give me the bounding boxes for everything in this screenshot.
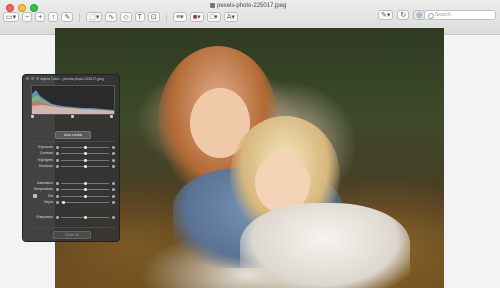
- selection-tool-button[interactable]: ⬚▾: [86, 12, 103, 22]
- slider-max-icon: [112, 165, 115, 168]
- search-input[interactable]: Search: [424, 10, 496, 20]
- share-button[interactable]: ↑: [48, 12, 59, 22]
- slider-label: Sharpness: [36, 215, 53, 219]
- pen-button[interactable]: ✎: [61, 12, 74, 22]
- align-button[interactable]: ≡▾: [172, 12, 187, 22]
- slider-min-icon: [56, 159, 59, 162]
- levels-handle[interactable]: [70, 115, 74, 118]
- slider-label: Exposure: [38, 145, 53, 149]
- slider-thumb[interactable]: [83, 188, 87, 191]
- levels-handle[interactable]: [31, 115, 34, 118]
- slider-max-icon: [112, 195, 115, 198]
- slider-max-icon: [112, 216, 115, 219]
- crop-tool-button[interactable]: ⊡: [147, 12, 160, 22]
- font-button[interactable]: A▾: [223, 12, 238, 22]
- slider-min-icon: [56, 165, 59, 168]
- zoom-out-button[interactable]: −: [22, 12, 33, 22]
- slider-track[interactable]: [61, 188, 109, 191]
- slider-min-icon: [56, 146, 59, 149]
- slider-row: Temperature: [27, 187, 117, 192]
- slider-max-icon: [112, 201, 115, 204]
- window-title-text: pexels-photo-225017.jpeg: [217, 3, 287, 10]
- slider-track[interactable]: [61, 152, 109, 155]
- border-color-button[interactable]: ■▾: [189, 12, 204, 22]
- panel-divider: [29, 141, 115, 142]
- minimize-window-button[interactable]: [18, 4, 26, 12]
- slider-max-icon: [112, 146, 115, 149]
- toolbar-divider: [165, 12, 167, 22]
- close-window-button[interactable]: [6, 4, 14, 12]
- histogram: [31, 85, 115, 115]
- slider-thumb[interactable]: [83, 195, 87, 198]
- slider-row: Contrast: [27, 151, 117, 156]
- levels-handle[interactable]: [110, 115, 113, 118]
- slider-track[interactable]: [61, 216, 109, 219]
- rotate-button[interactable]: ↻: [397, 10, 410, 20]
- levels-controls: [31, 115, 113, 119]
- sketch-tool-button[interactable]: ∿: [105, 12, 118, 22]
- panel-title: Adjust Color – pexels-photo-225017.jpeg: [40, 77, 104, 81]
- document-icon: [210, 3, 215, 8]
- slider-thumb[interactable]: [83, 152, 87, 155]
- zoom-window-button[interactable]: [30, 4, 38, 12]
- slider-thumb[interactable]: [61, 201, 65, 204]
- slider-label: Tint: [47, 194, 53, 198]
- auto-levels-button[interactable]: Auto Levels: [55, 131, 91, 139]
- slider-row: Shadows: [27, 164, 117, 169]
- slider-thumb[interactable]: [83, 216, 87, 219]
- slider-track[interactable]: [61, 159, 109, 162]
- window-title: pexels-photo-225017.jpeg: [210, 3, 286, 9]
- slider-label: Sepia: [44, 200, 53, 204]
- slider-max-icon: [112, 159, 115, 162]
- toolbar-right: ✎▾ ↻ ◎: [378, 10, 426, 20]
- slider-min-icon: [56, 188, 59, 191]
- eyedropper-icon[interactable]: [33, 194, 37, 198]
- slider-thumb[interactable]: [83, 146, 87, 149]
- slider-thumb[interactable]: [83, 159, 87, 162]
- slider-row: Exposure: [27, 145, 117, 150]
- slider-max-icon: [112, 188, 115, 191]
- shapes-tool-button[interactable]: ◇: [120, 12, 132, 22]
- sidebar-button[interactable]: ▭▾: [3, 12, 20, 22]
- adjust-color-panel: Adjust Color – pexels-photo-225017.jpeg …: [22, 74, 120, 242]
- slider-thumb[interactable]: [83, 182, 87, 185]
- slider-min-icon: [56, 216, 59, 219]
- slider-label: Saturation: [37, 181, 53, 185]
- slider-min-icon: [56, 182, 59, 185]
- slider-min-icon: [56, 201, 59, 204]
- panel-divider: [29, 227, 115, 228]
- search-icon: [428, 13, 434, 19]
- zoom-in-button[interactable]: +: [35, 12, 46, 22]
- slider-label: Contrast: [39, 151, 53, 155]
- slider-label: Shadows: [38, 164, 53, 168]
- slider-max-icon: [112, 182, 115, 185]
- text-tool-button[interactable]: T: [134, 12, 145, 22]
- photo-content: [240, 203, 410, 288]
- slider-track[interactable]: [61, 195, 109, 198]
- traffic-lights: [6, 4, 38, 12]
- slider-min-icon: [56, 195, 59, 198]
- slider-row: Highlights: [27, 158, 117, 163]
- slider-track[interactable]: [61, 146, 109, 149]
- slider-track[interactable]: [61, 182, 109, 185]
- slider-row: Sharpness: [27, 215, 117, 220]
- slider-track[interactable]: [61, 201, 109, 204]
- slider-row: Saturation: [27, 181, 117, 186]
- slider-row: Sepia: [27, 200, 117, 205]
- markup-button[interactable]: ✎▾: [378, 10, 394, 20]
- search-placeholder: Search: [435, 12, 451, 18]
- toolbar-divider: [79, 12, 81, 22]
- slider-max-icon: [112, 152, 115, 155]
- slider-label: Temperature: [33, 187, 53, 191]
- slider-track[interactable]: [61, 165, 109, 168]
- reset-all-button[interactable]: Reset All: [53, 231, 91, 239]
- slider-row: Tint: [27, 194, 117, 199]
- slider-thumb[interactable]: [83, 165, 87, 168]
- slider-min-icon: [56, 152, 59, 155]
- slider-label: Highlights: [37, 158, 53, 162]
- fill-color-button[interactable]: □▾: [206, 12, 221, 22]
- toolbar-left: ▭▾ − + ↑ ✎ ⬚▾ ∿ ◇ T ⊡ ≡▾ ■▾ □▾ A▾: [3, 12, 238, 22]
